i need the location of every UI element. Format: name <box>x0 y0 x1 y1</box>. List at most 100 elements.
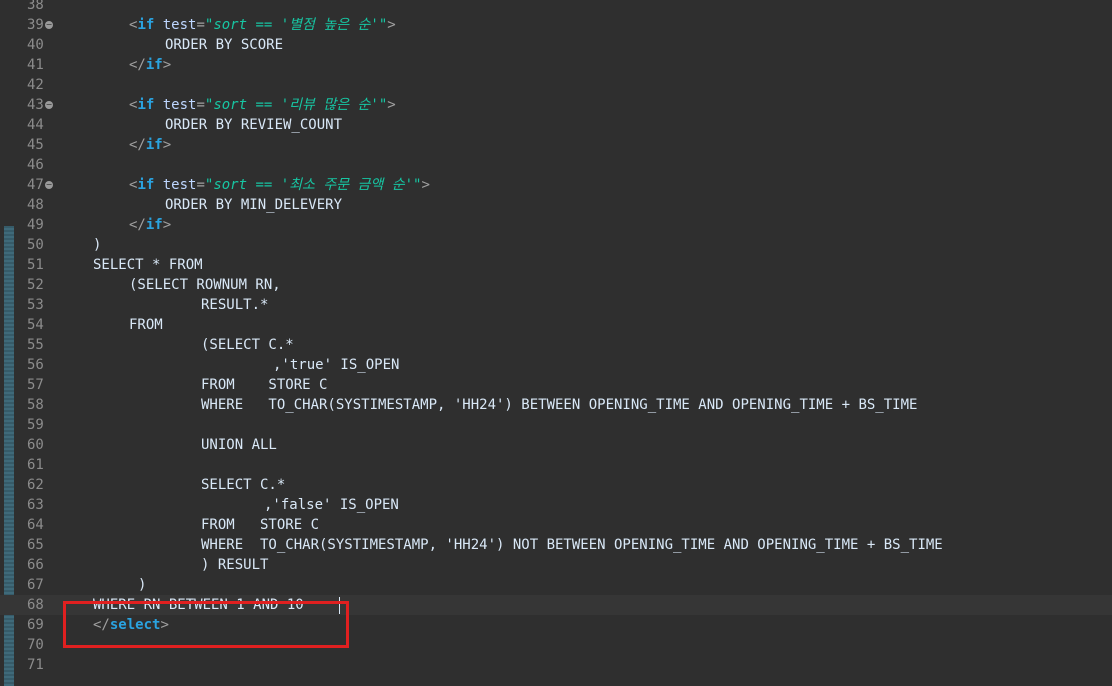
code-line[interactable]: 50) <box>0 235 1112 255</box>
code-line[interactable]: 53 RESULT.* <box>0 295 1112 315</box>
red-highlight-box <box>63 601 349 648</box>
code-token: = <box>196 97 205 113</box>
code-line[interactable]: 62 SELECT C.* <box>0 475 1112 495</box>
code-line[interactable]: 55 (SELECT C.* <box>0 335 1112 355</box>
code-token: ) <box>93 237 102 253</box>
code-text: (SELECT ROWNUM RN, <box>57 275 281 295</box>
code-token: ORDER BY MIN_DELEVERY <box>165 197 343 213</box>
line-number: 62 <box>27 477 44 493</box>
code-token: > <box>387 17 396 33</box>
code-token: > <box>162 57 172 73</box>
line-number: 44 <box>27 117 44 133</box>
code-line[interactable]: 60 UNION ALL <box>0 435 1112 455</box>
line-number: 50 <box>27 237 44 253</box>
code-token: test <box>162 177 197 193</box>
code-token: ,'false' IS_OPEN <box>264 497 399 513</box>
code-token: FROM STORE C <box>201 377 328 393</box>
line-number: 38 <box>27 0 44 13</box>
code-line[interactable]: 54 FROM <box>0 315 1112 335</box>
code-token: > <box>162 217 172 233</box>
line-number: 66 <box>27 557 44 573</box>
code-token: if <box>145 137 163 153</box>
line-number: 71 <box>27 657 44 673</box>
code-token: if <box>145 217 163 233</box>
code-token: if <box>137 97 155 113</box>
code-line[interactable]: 52 (SELECT ROWNUM RN, <box>0 275 1112 295</box>
code-line[interactable]: 48 ORDER BY MIN_DELEVERY <box>0 195 1112 215</box>
line-number: 69 <box>27 617 44 633</box>
code-token: UNION ALL <box>201 437 277 453</box>
code-line[interactable]: 41 </if> <box>0 55 1112 75</box>
line-number: 51 <box>27 257 44 273</box>
code-text: FROM <box>57 315 163 335</box>
code-token: ) RESULT <box>201 557 269 573</box>
line-number: 68 <box>27 597 44 613</box>
code-line[interactable]: 38 <box>0 0 1112 15</box>
code-line[interactable]: 71 <box>0 655 1112 675</box>
code-line[interactable]: 64 FROM STORE C <box>0 515 1112 535</box>
code-line[interactable]: 43− <if test="sort == '리뷰 많은 순'"> <box>0 95 1112 115</box>
code-token: (SELECT C.* <box>201 337 294 353</box>
code-text: WHERE TO_CHAR(SYSTIMESTAMP, 'HH24') BETW… <box>57 395 917 415</box>
code-text: ) <box>57 575 146 595</box>
code-line[interactable]: 39− <if test="sort == '별점 높은 순'"> <box>0 15 1112 35</box>
code-text: (SELECT C.* <box>57 335 294 355</box>
code-text: UNION ALL <box>57 435 277 455</box>
code-line[interactable]: 61 <box>0 455 1112 475</box>
fold-toggle-icon[interactable]: − <box>45 181 53 189</box>
code-token: ) <box>138 577 147 593</box>
code-token: WHERE TO_CHAR(SYSTIMESTAMP, 'HH24') NOT … <box>201 537 943 553</box>
fold-toggle-icon[interactable]: − <box>45 21 53 29</box>
code-token: if <box>137 17 155 33</box>
code-token: ORDER BY SCORE <box>165 37 284 53</box>
code-line[interactable]: 63 ,'false' IS_OPEN <box>0 495 1112 515</box>
code-line[interactable]: 49 </if> <box>0 215 1112 235</box>
code-line[interactable]: 44 ORDER BY REVIEW_COUNT <box>0 115 1112 135</box>
code-text: ORDER BY SCORE <box>57 35 283 55</box>
code-text: <if test="sort == '리뷰 많은 순'"> <box>57 95 396 115</box>
code-token: </ <box>129 137 146 153</box>
code-line[interactable]: 45 </if> <box>0 135 1112 155</box>
code-token: SELECT C.* <box>201 477 286 493</box>
code-token: > <box>387 97 396 113</box>
line-number: 61 <box>27 457 44 473</box>
code-token: ORDER BY REVIEW_COUNT <box>165 117 343 133</box>
code-line[interactable]: 40 ORDER BY SCORE <box>0 35 1112 55</box>
fold-toggle-icon[interactable]: − <box>45 101 53 109</box>
code-line[interactable]: 56 ,'true' IS_OPEN <box>0 355 1112 375</box>
code-token: FROM <box>129 317 163 333</box>
code-text: ,'true' IS_OPEN <box>57 355 399 375</box>
line-number: 41 <box>27 57 44 73</box>
code-line[interactable]: 47− <if test="sort == '최소 주문 금액 순'"> <box>0 175 1112 195</box>
code-line[interactable]: 46 <box>0 155 1112 175</box>
code-token: if <box>137 177 155 193</box>
code-line[interactable]: 66 ) RESULT <box>0 555 1112 575</box>
line-number: 54 <box>27 317 44 333</box>
code-text: </if> <box>57 55 171 75</box>
code-text: ORDER BY MIN_DELEVERY <box>57 195 342 215</box>
code-token: </ <box>129 217 146 233</box>
line-number: 56 <box>27 357 44 373</box>
code-line[interactable]: 58 WHERE TO_CHAR(SYSTIMESTAMP, 'HH24') BE… <box>0 395 1112 415</box>
line-number: 58 <box>27 397 44 413</box>
code-line[interactable]: 51 SELECT * FROM <box>0 255 1112 275</box>
line-number: 52 <box>27 277 44 293</box>
code-token: test <box>162 17 197 33</box>
code-line[interactable]: 65 WHERE TO_CHAR(SYSTIMESTAMP, 'HH24') NO… <box>0 535 1112 555</box>
line-number: 42 <box>27 77 44 93</box>
code-token: </ <box>129 57 146 73</box>
code-token: = <box>196 17 205 33</box>
code-token: if <box>145 57 163 73</box>
code-line[interactable]: 42 <box>0 75 1112 95</box>
line-number: 65 <box>27 537 44 553</box>
line-number: 45 <box>27 137 44 153</box>
line-number: 59 <box>27 417 44 433</box>
code-line[interactable]: 57 FROM STORE C <box>0 375 1112 395</box>
code-editor[interactable]: 38 39− <if test="sort == '별점 높은 순'"> 40 ORDE… <box>0 0 1112 686</box>
code-token: RESULT.* <box>201 297 269 313</box>
line-number: 64 <box>27 517 44 533</box>
code-line[interactable]: 67) <box>0 575 1112 595</box>
code-line[interactable]: 59 <box>0 415 1112 435</box>
